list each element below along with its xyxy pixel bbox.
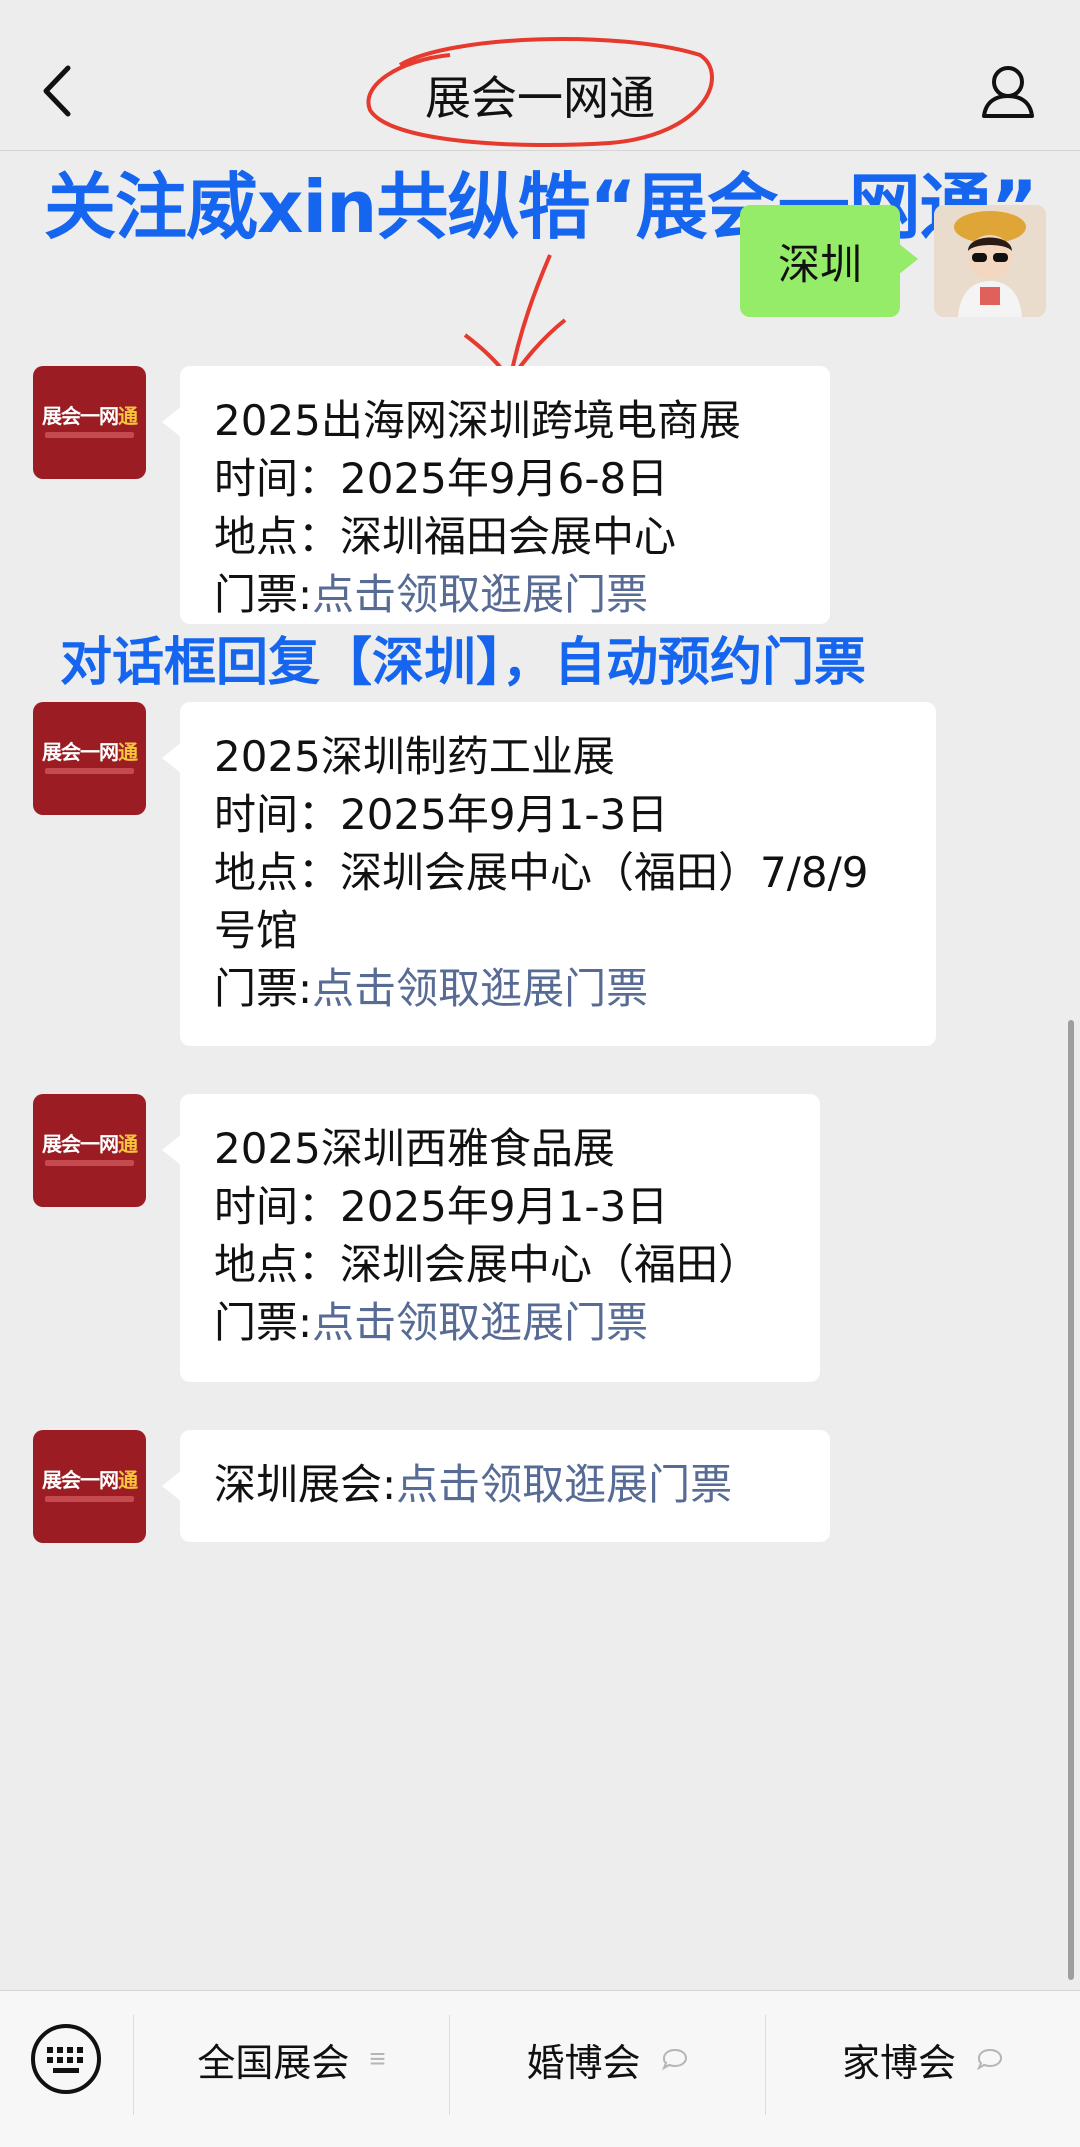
ticket-link[interactable]: 点击领取逛展门票 <box>396 1460 732 1509</box>
time-label: 时间： <box>214 790 341 839</box>
time-value: 2025年9月1-3日 <box>340 790 669 839</box>
time-label: 时间： <box>214 454 341 503</box>
menu-item-national-expo[interactable]: 全国展会 ≡ <box>134 2021 449 2097</box>
ticket-label: 门票: <box>214 570 313 619</box>
place-label: 地点： <box>214 1240 341 1289</box>
time-label: 时间： <box>214 1182 341 1231</box>
exhibition-title: 2025出海网深圳跨境电商展 <box>214 396 741 445</box>
scrollbar[interactable] <box>1068 1020 1074 1980</box>
avatar-logo-text: 展会一网通 <box>42 1132 138 1156</box>
chat-bubble-icon <box>976 2048 1003 2071</box>
menu-item-wedding-expo[interactable]: 婚博会 <box>450 2021 765 2097</box>
bottom-menu-bar: 全国展会 ≡ 婚博会 家博会 <box>0 1990 1080 2147</box>
place-label: 地点： <box>214 848 341 897</box>
avatar-logo-text: 展会一网通 <box>42 1468 138 1492</box>
list-icon: ≡ <box>369 2043 386 2074</box>
shenzhen-expo-label: 深圳展会: <box>214 1460 397 1509</box>
avatar-logo-text: 展会一网通 <box>42 404 138 428</box>
menu-item-label: 全国展会 <box>197 2042 350 2085</box>
top-bar: 展会一网通 <box>0 0 1080 151</box>
message-bubble: 深圳展会:点击领取逛展门票 <box>162 1430 830 1542</box>
time-value: 2025年9月1-3日 <box>340 1182 669 1231</box>
user-profile-icon[interactable] <box>978 62 1038 120</box>
place-label: 地点： <box>214 512 341 561</box>
ticket-label: 门票: <box>214 1298 313 1347</box>
place-value: 深圳会展中心（福田） <box>340 1240 761 1289</box>
message-bubble: 2025出海网深圳跨境电商展 时间：2025年9月6-8日 地点：深圳福田会展中… <box>162 366 830 624</box>
user-avatar-image <box>934 205 1046 317</box>
exhibition-title: 2025深圳西雅食品展 <box>214 1124 615 1173</box>
exhibition-title: 2025深圳制药工业展 <box>214 732 615 781</box>
ticket-link[interactable]: 点击领取逛展门票 <box>312 1298 648 1347</box>
ticket-link[interactable]: 点击领取逛展门票 <box>312 570 648 619</box>
user-message-text: 深圳 <box>777 240 862 288</box>
user-avatar[interactable] <box>934 205 1046 317</box>
menu-item-label: 家博会 <box>841 2042 956 2085</box>
place-value: 深圳福田会展中心 <box>340 512 677 561</box>
user-message-bubble: 深圳 <box>740 205 918 317</box>
message-bubble: 2025深圳制药工业展 时间：2025年9月1-3日 地点：深圳会展中心（福田）… <box>162 702 936 1046</box>
official-account-avatar[interactable]: 展会一网通 <box>33 366 146 479</box>
official-account-avatar[interactable]: 展会一网通 <box>33 1430 146 1543</box>
official-account-avatar[interactable]: 展会一网通 <box>33 702 146 815</box>
message-bubble: 2025深圳西雅食品展 时间：2025年9月1-3日 地点：深圳会展中心（福田）… <box>162 1094 820 1382</box>
ticket-link[interactable]: 点击领取逛展门票 <box>312 964 648 1013</box>
time-value: 2025年9月6-8日 <box>340 454 669 503</box>
official-account-avatar[interactable]: 展会一网通 <box>33 1094 146 1207</box>
reply-instruction-overlay: 对话框回复【深圳】，自动预约门票 <box>60 633 867 693</box>
red-handdrawn-circle <box>366 37 714 148</box>
place-value: 深圳会展中心（福田）7/8/9 <box>340 848 869 897</box>
menu-item-home-expo[interactable]: 家博会 <box>766 2021 1080 2097</box>
keyboard-icon[interactable] <box>28 2021 104 2097</box>
chat-bubble-icon <box>661 2048 687 2071</box>
ticket-label: 门票: <box>214 964 313 1013</box>
place-value-cont: 号馆 <box>214 906 299 955</box>
menu-item-label: 婚博会 <box>526 2042 641 2085</box>
avatar-logo-text: 展会一网通 <box>42 740 138 764</box>
